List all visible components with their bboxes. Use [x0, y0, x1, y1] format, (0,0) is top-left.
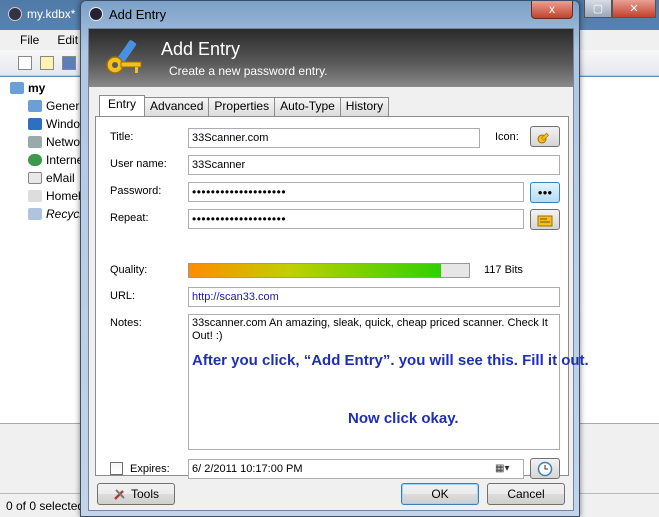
- icon-label: Icon:: [495, 131, 519, 143]
- banner-title: Add Entry: [161, 39, 241, 59]
- recycle-bin-icon: [28, 208, 42, 220]
- menu-file[interactable]: File: [20, 33, 39, 47]
- tree-item-email[interactable]: eMail: [28, 169, 75, 187]
- tree-root[interactable]: my: [10, 79, 45, 97]
- add-entry-dialog: Add Entry x Add Entry Create a new passw…: [80, 0, 589, 517]
- folder-icon: [28, 100, 42, 112]
- annotation-click-okay: Now click okay.: [348, 410, 459, 427]
- percent-icon: [28, 190, 42, 202]
- envelope-icon: [28, 172, 42, 184]
- menu-edit[interactable]: Edit: [57, 33, 78, 47]
- group-tree: my General Windows Network Internet eMai…: [0, 77, 120, 423]
- notes-field[interactable]: 33scanner.com An amazing, sleak, quick, …: [188, 314, 560, 450]
- main-window-title: my.kdbx*: [27, 7, 76, 21]
- tab-auto-type[interactable]: Auto-Type: [274, 97, 341, 116]
- maximize-button[interactable]: ▢: [584, 0, 612, 18]
- title-field[interactable]: 33Scanner.com: [188, 128, 480, 148]
- title-label: Title:: [110, 131, 134, 143]
- notes-label: Notes:: [110, 317, 142, 329]
- tab-strip: Entry Advanced Properties Auto-Type Hist…: [99, 95, 390, 116]
- username-field[interactable]: 33Scanner: [188, 155, 560, 175]
- keepass-lock-icon: [89, 7, 103, 21]
- password-quality-bar: [188, 263, 470, 278]
- url-field[interactable]: http://scan33.com: [188, 287, 560, 307]
- entry-tab-page: Title: 33Scanner.com Icon: User name: 33…: [95, 116, 589, 479]
- new-database-icon[interactable]: [18, 56, 32, 70]
- tab-entry[interactable]: Entry: [99, 95, 146, 116]
- icon-picker-button[interactable]: [530, 126, 560, 147]
- tab-properties[interactable]: Properties: [208, 97, 276, 116]
- ok-button[interactable]: OK: [401, 483, 479, 505]
- expires-datetime-field[interactable]: 6/ 2/2011 10:17:00 PM: [188, 459, 524, 479]
- username-label: User name:: [110, 158, 167, 170]
- clock-icon: [537, 461, 553, 476]
- tab-history[interactable]: History: [339, 97, 390, 116]
- tab-advanced[interactable]: Advanced: [144, 97, 210, 116]
- banner-subtitle: Create a new password entry.: [169, 64, 328, 78]
- expires-checkbox[interactable]: [110, 462, 123, 475]
- password-generator-button[interactable]: [530, 209, 560, 230]
- dialog-banner: Add Entry Create a new password entry.: [89, 29, 573, 87]
- password-label: Password:: [110, 185, 162, 197]
- quality-bar-fill: [189, 264, 441, 277]
- save-icon[interactable]: [62, 56, 76, 70]
- tree-item-internet[interactable]: Internet: [28, 151, 87, 169]
- repeat-password-field[interactable]: ••••••••••••••••••••: [188, 209, 524, 229]
- notes-text: 33scanner.com An amazing, sleak, quick, …: [192, 317, 548, 342]
- url-label: URL:: [110, 290, 136, 302]
- expires-label: Expires:: [130, 463, 170, 475]
- dialog-title: Add Entry: [109, 6, 167, 22]
- key-pencil-icon: [106, 40, 142, 74]
- dialog-close-button[interactable]: x: [531, 1, 573, 19]
- dialog-client-area: Add Entry Create a new password entry. E…: [88, 28, 589, 511]
- repeat-label: Repeat:: [110, 212, 149, 224]
- show-password-button[interactable]: ●●●: [530, 182, 560, 203]
- entry-list[interactable]: [578, 77, 659, 423]
- main-close-button[interactable]: ✕: [612, 0, 656, 18]
- tools-icon: [114, 489, 125, 500]
- password-field[interactable]: ••••••••••••••••••••: [188, 182, 524, 202]
- globe-icon: [28, 154, 42, 166]
- folder-icon: [10, 82, 24, 94]
- windows-icon: [28, 118, 42, 130]
- tools-button[interactable]: Tools: [97, 483, 175, 505]
- tools-button-label: Tools: [130, 487, 159, 501]
- keepass-lock-icon: [8, 7, 22, 21]
- cancel-button[interactable]: Cancel: [487, 483, 565, 505]
- expiry-presets-button[interactable]: [530, 458, 560, 479]
- dialog-title-bar: Add Entry: [89, 5, 166, 23]
- calendar-dropdown-icon[interactable]: ▦▾: [495, 463, 509, 474]
- network-icon: [28, 136, 42, 148]
- open-folder-icon[interactable]: [40, 56, 54, 70]
- key-icon: [537, 132, 549, 143]
- annotation-fill-instructions: After you click, “Add Entry”. you will s…: [192, 352, 589, 369]
- generator-icon: [537, 215, 553, 226]
- quality-bits-text: 117 Bits: [484, 264, 523, 276]
- quality-label: Quality:: [110, 264, 148, 276]
- status-text: 0 of 0 selected: [6, 498, 85, 513]
- main-window-title-bar: my.kdbx*: [8, 4, 75, 24]
